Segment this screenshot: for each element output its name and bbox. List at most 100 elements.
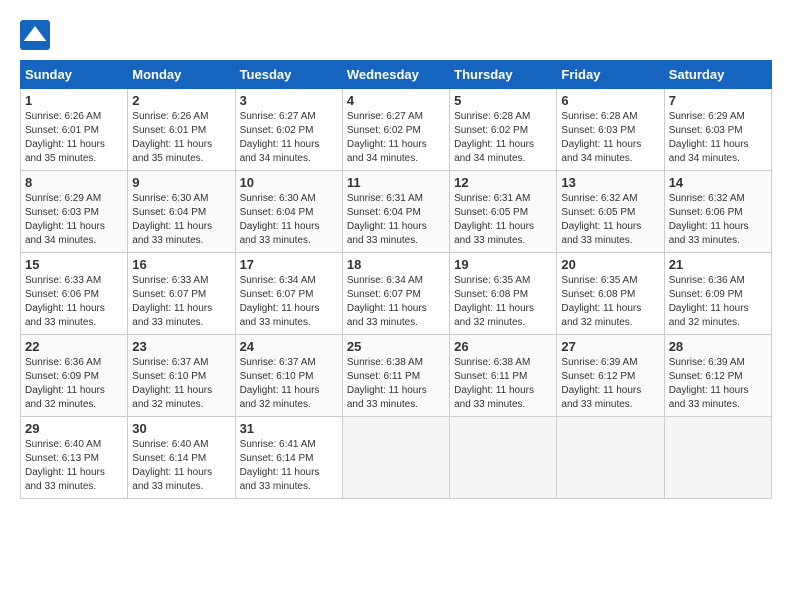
day-number: 20 bbox=[561, 257, 659, 272]
calendar-header: SundayMondayTuesdayWednesdayThursdayFrid… bbox=[21, 61, 772, 89]
day-number: 23 bbox=[132, 339, 230, 354]
calendar-cell bbox=[342, 417, 449, 499]
calendar-cell: 17Sunrise: 6:34 AM Sunset: 6:07 PM Dayli… bbox=[235, 253, 342, 335]
day-info: Sunrise: 6:33 AM Sunset: 6:07 PM Dayligh… bbox=[132, 274, 230, 330]
day-number: 7 bbox=[669, 93, 767, 108]
calendar-cell bbox=[450, 417, 557, 499]
day-info: Sunrise: 6:39 AM Sunset: 6:12 PM Dayligh… bbox=[669, 356, 767, 412]
weekday-header-wednesday: Wednesday bbox=[342, 61, 449, 89]
day-number: 11 bbox=[347, 175, 445, 190]
day-number: 13 bbox=[561, 175, 659, 190]
day-number: 15 bbox=[25, 257, 123, 272]
weekday-header-thursday: Thursday bbox=[450, 61, 557, 89]
calendar-cell: 11 Sunrise: 6:31 AM Sunset: 6:04 PM Dayli… bbox=[342, 171, 449, 253]
day-number: 4 bbox=[347, 93, 445, 108]
calendar-cell: 21 Sunrise: 6:36 AM Sunset: 6:09 PM Dayli… bbox=[664, 253, 771, 335]
calendar-cell: 30 Sunrise: 6:40 AM Sunset: 6:14 PM Dayli… bbox=[128, 417, 235, 499]
day-number: 14 bbox=[669, 175, 767, 190]
logo-icon bbox=[20, 20, 50, 50]
calendar-cell: 15Sunrise: 6:33 AM Sunset: 6:06 PM Dayli… bbox=[21, 253, 128, 335]
day-info: Sunrise: 6:28 AM Sunset: 6:02 PM Dayligh… bbox=[454, 110, 552, 166]
weekday-header-tuesday: Tuesday bbox=[235, 61, 342, 89]
calendar-cell: 20 Sunrise: 6:35 AM Sunset: 6:08 PM Dayli… bbox=[557, 253, 664, 335]
day-number: 28 bbox=[669, 339, 767, 354]
weekday-header-monday: Monday bbox=[128, 61, 235, 89]
calendar-cell bbox=[557, 417, 664, 499]
calendar-cell: 22 Sunrise: 6:36 AM Sunset: 6:09 PM Dayli… bbox=[21, 335, 128, 417]
day-info: Sunrise: 6:32 AM Sunset: 6:06 PM Dayligh… bbox=[669, 192, 767, 248]
day-number: 1 bbox=[25, 93, 123, 108]
day-info: Sunrise: 6:29 AM Sunset: 6:03 PM Dayligh… bbox=[25, 192, 123, 248]
day-number: 2 bbox=[132, 93, 230, 108]
calendar-cell: 28 Sunrise: 6:39 AM Sunset: 6:12 PM Dayli… bbox=[664, 335, 771, 417]
day-info: Sunrise: 6:31 AM Sunset: 6:05 PM Dayligh… bbox=[454, 192, 552, 248]
day-info: Sunrise: 6:30 AM Sunset: 6:04 PM Dayligh… bbox=[132, 192, 230, 248]
day-info: Sunrise: 6:27 AM Sunset: 6:02 PM Dayligh… bbox=[347, 110, 445, 166]
day-info: Sunrise: 6:36 AM Sunset: 6:09 PM Dayligh… bbox=[669, 274, 767, 330]
day-info: Sunrise: 6:37 AM Sunset: 6:10 PM Dayligh… bbox=[132, 356, 230, 412]
calendar-cell: 6 Sunrise: 6:28 AM Sunset: 6:03 PM Daylig… bbox=[557, 89, 664, 171]
day-info: Sunrise: 6:30 AM Sunset: 6:04 PM Dayligh… bbox=[240, 192, 338, 248]
day-info: Sunrise: 6:36 AM Sunset: 6:09 PM Dayligh… bbox=[25, 356, 123, 412]
day-info: Sunrise: 6:26 AM Sunset: 6:01 PM Dayligh… bbox=[132, 110, 230, 166]
day-number: 8 bbox=[25, 175, 123, 190]
calendar-cell: 9 Sunrise: 6:30 AM Sunset: 6:04 PM Daylig… bbox=[128, 171, 235, 253]
day-info: Sunrise: 6:38 AM Sunset: 6:11 PM Dayligh… bbox=[347, 356, 445, 412]
calendar-cell: 8 Sunrise: 6:29 AM Sunset: 6:03 PM Daylig… bbox=[21, 171, 128, 253]
day-info: Sunrise: 6:35 AM Sunset: 6:08 PM Dayligh… bbox=[561, 274, 659, 330]
calendar-cell: 26 Sunrise: 6:38 AM Sunset: 6:11 PM Dayli… bbox=[450, 335, 557, 417]
calendar-cell bbox=[664, 417, 771, 499]
day-number: 16 bbox=[132, 257, 230, 272]
calendar-cell: 3 Sunrise: 6:27 AM Sunset: 6:02 PM Daylig… bbox=[235, 89, 342, 171]
calendar-cell: 4 Sunrise: 6:27 AM Sunset: 6:02 PM Daylig… bbox=[342, 89, 449, 171]
weekday-header-sunday: Sunday bbox=[21, 61, 128, 89]
day-number: 6 bbox=[561, 93, 659, 108]
day-number: 22 bbox=[25, 339, 123, 354]
calendar-cell: 23 Sunrise: 6:37 AM Sunset: 6:10 PM Dayli… bbox=[128, 335, 235, 417]
day-info: Sunrise: 6:31 AM Sunset: 6:04 PM Dayligh… bbox=[347, 192, 445, 248]
day-info: Sunrise: 6:39 AM Sunset: 6:12 PM Dayligh… bbox=[561, 356, 659, 412]
calendar-cell: 1 Sunrise: 6:26 AM Sunset: 6:01 PM Daylig… bbox=[21, 89, 128, 171]
calendar-cell: 25 Sunrise: 6:38 AM Sunset: 6:11 PM Dayli… bbox=[342, 335, 449, 417]
day-info: Sunrise: 6:40 AM Sunset: 6:14 PM Dayligh… bbox=[132, 438, 230, 494]
day-info: Sunrise: 6:37 AM Sunset: 6:10 PM Dayligh… bbox=[240, 356, 338, 412]
day-info: Sunrise: 6:26 AM Sunset: 6:01 PM Dayligh… bbox=[25, 110, 123, 166]
day-number: 3 bbox=[240, 93, 338, 108]
calendar-cell: 24 Sunrise: 6:37 AM Sunset: 6:10 PM Dayli… bbox=[235, 335, 342, 417]
day-number: 25 bbox=[347, 339, 445, 354]
calendar-cell: 7 Sunrise: 6:29 AM Sunset: 6:03 PM Daylig… bbox=[664, 89, 771, 171]
calendar-cell: 19 Sunrise: 6:35 AM Sunset: 6:08 PM Dayli… bbox=[450, 253, 557, 335]
day-number: 26 bbox=[454, 339, 552, 354]
day-number: 18 bbox=[347, 257, 445, 272]
calendar-week-2: 8 Sunrise: 6:29 AM Sunset: 6:03 PM Daylig… bbox=[21, 171, 772, 253]
logo bbox=[20, 20, 54, 50]
day-info: Sunrise: 6:32 AM Sunset: 6:05 PM Dayligh… bbox=[561, 192, 659, 248]
day-number: 12 bbox=[454, 175, 552, 190]
page-header bbox=[20, 20, 772, 50]
day-number: 21 bbox=[669, 257, 767, 272]
calendar-cell: 12 Sunrise: 6:31 AM Sunset: 6:05 PM Dayli… bbox=[450, 171, 557, 253]
calendar-table: SundayMondayTuesdayWednesdayThursdayFrid… bbox=[20, 60, 772, 499]
calendar-cell: 31 Sunrise: 6:41 AM Sunset: 6:14 PM Dayli… bbox=[235, 417, 342, 499]
day-number: 27 bbox=[561, 339, 659, 354]
day-info: Sunrise: 6:35 AM Sunset: 6:08 PM Dayligh… bbox=[454, 274, 552, 330]
day-info: Sunrise: 6:41 AM Sunset: 6:14 PM Dayligh… bbox=[240, 438, 338, 494]
day-number: 30 bbox=[132, 421, 230, 436]
calendar-cell: 2 Sunrise: 6:26 AM Sunset: 6:01 PM Daylig… bbox=[128, 89, 235, 171]
day-info: Sunrise: 6:27 AM Sunset: 6:02 PM Dayligh… bbox=[240, 110, 338, 166]
day-number: 10 bbox=[240, 175, 338, 190]
day-info: Sunrise: 6:38 AM Sunset: 6:11 PM Dayligh… bbox=[454, 356, 552, 412]
weekday-header-friday: Friday bbox=[557, 61, 664, 89]
day-number: 19 bbox=[454, 257, 552, 272]
day-info: Sunrise: 6:29 AM Sunset: 6:03 PM Dayligh… bbox=[669, 110, 767, 166]
day-number: 31 bbox=[240, 421, 338, 436]
calendar-cell: 18Sunrise: 6:34 AM Sunset: 6:07 PM Dayli… bbox=[342, 253, 449, 335]
calendar-body: 1 Sunrise: 6:26 AM Sunset: 6:01 PM Daylig… bbox=[21, 89, 772, 499]
day-number: 9 bbox=[132, 175, 230, 190]
day-number: 24 bbox=[240, 339, 338, 354]
calendar-week-1: 1 Sunrise: 6:26 AM Sunset: 6:01 PM Daylig… bbox=[21, 89, 772, 171]
calendar-week-3: 15Sunrise: 6:33 AM Sunset: 6:06 PM Dayli… bbox=[21, 253, 772, 335]
header-row: SundayMondayTuesdayWednesdayThursdayFrid… bbox=[21, 61, 772, 89]
calendar-cell: 13 Sunrise: 6:32 AM Sunset: 6:05 PM Dayli… bbox=[557, 171, 664, 253]
day-info: Sunrise: 6:28 AM Sunset: 6:03 PM Dayligh… bbox=[561, 110, 659, 166]
